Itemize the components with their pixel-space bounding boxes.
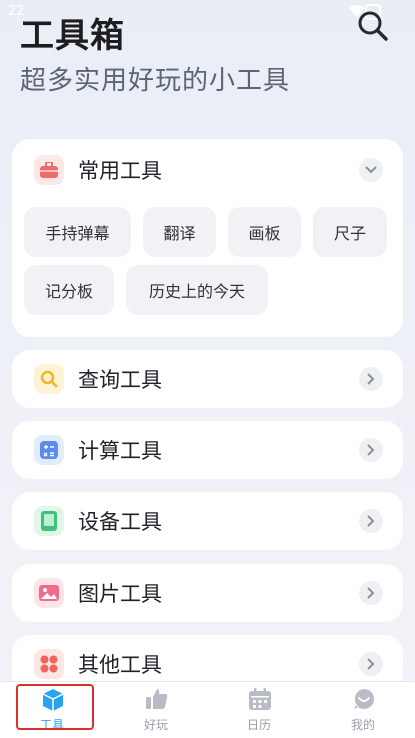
thumbs-up-icon [146,689,168,709]
tab-label: 日历 [246,718,271,732]
tab-label: 好玩 [143,718,168,732]
tab-me[interactable]: 我的 [311,682,415,738]
search-icon[interactable] [357,10,389,42]
chevron-right-icon [359,367,383,391]
search-icon [34,364,64,394]
tablet-icon [34,506,64,536]
chip-translate[interactable]: 翻译 [143,207,216,257]
common-tools-header[interactable]: 常用工具 [12,139,403,201]
chip-history-today[interactable]: 历史上的今天 [126,265,268,315]
grid-icon [34,649,64,679]
page-title: 工具箱 [20,16,125,56]
tab-calendar[interactable]: 日历 [207,682,311,738]
category-query[interactable]: 查询工具 [12,350,403,408]
chevron-right-icon [359,438,383,462]
category-calculate[interactable]: 计算工具 [12,421,403,479]
common-tools-title: 常用工具 [78,159,162,183]
chevron-right-icon [359,652,383,676]
chip-drawing-board[interactable]: 画板 [228,207,301,257]
category-label: 其他工具 [78,653,162,677]
category-label: 计算工具 [78,439,162,463]
chip-danmaku[interactable]: 手持弹幕 [24,207,131,257]
common-tools-card: 常用工具 手持弹幕 翻译 画板 尺子 记分板 历史上的今天 [12,139,403,337]
category-device[interactable]: 设备工具 [12,492,403,550]
category-image[interactable]: 图片工具 [12,564,403,622]
tab-fun[interactable]: 好玩 [104,682,208,738]
calendar-icon [249,688,271,710]
tab-highlight-box [16,684,94,730]
chip-ruler[interactable]: 尺子 [313,207,387,257]
tab-label: 我的 [350,718,375,732]
chevron-right-icon [359,581,383,605]
chevron-right-icon [359,509,383,533]
image-icon [34,578,64,608]
chevron-down-icon[interactable] [359,158,383,182]
toolbox-icon [34,155,64,185]
category-label: 图片工具 [78,582,162,606]
category-label: 设备工具 [78,510,162,534]
page-subtitle: 超多实用好玩的小工具 [20,66,291,96]
calculator-icon [34,435,64,465]
category-label: 查询工具 [78,368,162,392]
chat-smile-icon [354,689,374,709]
chip-scoreboard[interactable]: 记分板 [24,265,114,315]
